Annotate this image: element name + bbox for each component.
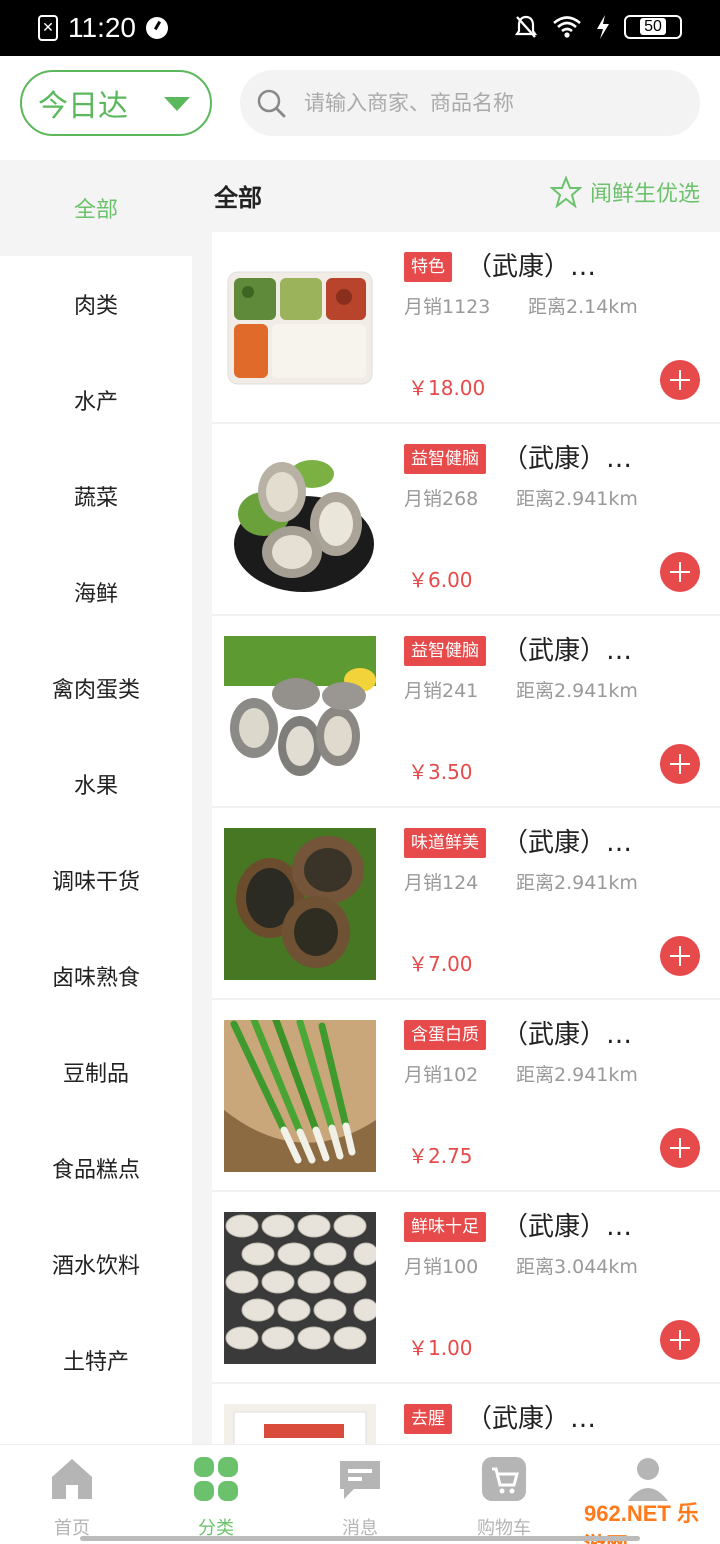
product-distance: 距离2.941km (516, 488, 638, 510)
product-tag: 鲜味十足 (404, 1212, 486, 1242)
product-sales: 月销100 (404, 1256, 479, 1278)
battery-icon: 50 (624, 15, 682, 39)
sidebar-item-poultry-eggs[interactable]: 禽肉蛋类 (0, 640, 192, 736)
product-name: （武康）… (466, 252, 597, 282)
product-card[interactable]: 味道鲜美 （武康）… 月销124 距离2.941km ￥7.00 (212, 808, 720, 1000)
sidebar-item-tofu[interactable]: 豆制品 (0, 1024, 192, 1120)
add-to-cart-button[interactable] (660, 744, 700, 784)
battery-level: 50 (640, 18, 666, 35)
category-sidebar: 全部 肉类 水产 蔬菜 海鲜 禽肉蛋类 水果 调味干货 卤味熟食 豆制品 食品糕… (0, 160, 192, 1444)
product-price: ￥7.00 (408, 952, 473, 976)
product-name: （武康）… (502, 1020, 633, 1050)
sidebar-item-braised-food[interactable]: 卤味熟食 (0, 928, 192, 1024)
add-to-cart-button[interactable] (660, 1128, 700, 1168)
bell-muted-icon (514, 15, 538, 38)
product-image-oysters-plate (224, 444, 376, 596)
nav-home[interactable]: 首页 (0, 1455, 144, 1540)
shop-name: 闻鲜生优选 (589, 182, 700, 207)
sidebar-item-meat[interactable]: 肉类 (0, 256, 192, 352)
wifi-icon (553, 16, 581, 38)
cart-icon (482, 1457, 526, 1501)
add-to-cart-button[interactable] (660, 1320, 700, 1360)
product-name: （武康）… (502, 828, 633, 858)
category-icon (194, 1457, 238, 1501)
product-name: （武康）… (502, 1212, 633, 1242)
product-distance: 距离2.941km (516, 1064, 638, 1086)
product-card[interactable]: 去腥 （武康）… (212, 1384, 720, 1444)
product-image-green-onion (224, 1020, 376, 1172)
product-name: （武康）… (502, 636, 633, 666)
nav-category[interactable]: 分类 (144, 1455, 288, 1540)
product-tag: 含蛋白质 (404, 1020, 486, 1050)
product-card[interactable]: 益智健脑 （武康）… 月销241 距离2.941km ￥3.50 (212, 616, 720, 808)
sidebar-item-aquatic[interactable]: 水产 (0, 352, 192, 448)
product-distance: 距离2.941km (516, 680, 638, 702)
sidebar-item-all[interactable]: 全部 (0, 160, 192, 256)
nav-cart[interactable]: 购物车 (432, 1455, 576, 1540)
product-tag: 益智健脑 (404, 636, 486, 666)
product-card[interactable]: 含蛋白质 （武康）… 月销102 距离2.941km ￥2.75 (212, 1000, 720, 1192)
sidebar-item-local-specialty[interactable]: 土特产 (0, 1312, 192, 1408)
gesture-bar[interactable] (80, 1536, 640, 1541)
location-selector[interactable]: 今日达 (20, 70, 212, 136)
panel-header: 全部 闻鲜生优选 (192, 160, 720, 232)
header: 今日达 (0, 56, 720, 160)
product-list: 特色 （武康）… 月销1123 距离2.14km ￥18.00 益智健脑 （武康… (212, 232, 720, 1444)
product-price: ￥6.00 (408, 568, 473, 592)
search-input[interactable] (304, 91, 684, 115)
product-tag: 益智健脑 (404, 444, 486, 474)
product-image-seasoning-bag (224, 1404, 376, 1444)
product-image-abalone (224, 828, 376, 980)
sidebar-item-fruit[interactable]: 水果 (0, 736, 192, 832)
product-sales: 月销102 (404, 1064, 479, 1086)
product-sales: 月销1123 (404, 296, 491, 318)
sidebar-item-drinks[interactable]: 酒水饮料 (0, 1216, 192, 1312)
product-price: ￥18.00 (408, 376, 486, 400)
site-watermark: 962.NET 乐游网 (584, 1501, 699, 1544)
status-bar: ✕ 11:20 50 (0, 0, 720, 56)
location-label: 今日达 (38, 89, 128, 124)
home-icon (52, 1459, 92, 1499)
product-card[interactable]: 鲜味十足 （武康）… 月销100 距离3.044km ￥1.00 (212, 1192, 720, 1384)
add-to-cart-button[interactable] (660, 936, 700, 976)
product-sales: 月销268 (404, 488, 479, 510)
notification-close-icon: ✕ (38, 15, 58, 41)
product-image-oysters-lemon (224, 636, 376, 788)
nav-messages[interactable]: 消息 (288, 1455, 432, 1540)
product-name: （武康）… (502, 444, 633, 474)
shop-link[interactable]: 闻鲜生优选 (549, 176, 700, 208)
search-bar[interactable] (240, 70, 700, 136)
product-card[interactable]: 益智健脑 （武康）… 月销268 距离2.941km ￥6.00 (212, 424, 720, 616)
sidebar-item-vegetables[interactable]: 蔬菜 (0, 448, 192, 544)
product-image-lunch-box (224, 252, 376, 404)
product-tag: 味道鲜美 (404, 828, 486, 858)
product-price: ￥3.50 (408, 760, 473, 784)
sidebar-item-seasoning[interactable]: 调味干货 (0, 832, 192, 928)
product-sales: 月销241 (404, 680, 479, 702)
product-tag: 特色 (404, 252, 452, 282)
product-price: ￥2.75 (408, 1144, 473, 1168)
product-distance: 距离2.941km (516, 872, 638, 894)
sidebar-item-pastry[interactable]: 食品糕点 (0, 1120, 192, 1216)
status-time: 11:20 (68, 12, 136, 43)
clock-icon (146, 17, 168, 39)
message-icon (340, 1461, 380, 1499)
add-to-cart-button[interactable] (660, 552, 700, 592)
product-name: （武康）… (466, 1404, 597, 1434)
sidebar-item-seafood[interactable]: 海鲜 (0, 544, 192, 640)
dropdown-arrow-icon (164, 97, 190, 111)
add-to-cart-button[interactable] (660, 360, 700, 400)
product-panel: 全部 闻鲜生优选 特色 （武康）… 月销1123 距离2.14km ￥18.00… (192, 160, 720, 1444)
product-distance: 距离3.044km (516, 1256, 638, 1278)
product-card[interactable]: 特色 （武康）… 月销1123 距离2.14km ￥18.00 (212, 232, 720, 424)
star-icon (549, 176, 582, 208)
charging-icon (597, 15, 609, 39)
product-distance: 距离2.14km (528, 296, 638, 318)
product-image-dumplings (224, 1212, 376, 1364)
panel-title: 全部 (214, 184, 262, 212)
product-sales: 月销124 (404, 872, 479, 894)
product-price: ￥1.00 (408, 1336, 473, 1360)
product-tag: 去腥 (404, 1404, 452, 1434)
search-icon (257, 89, 286, 118)
